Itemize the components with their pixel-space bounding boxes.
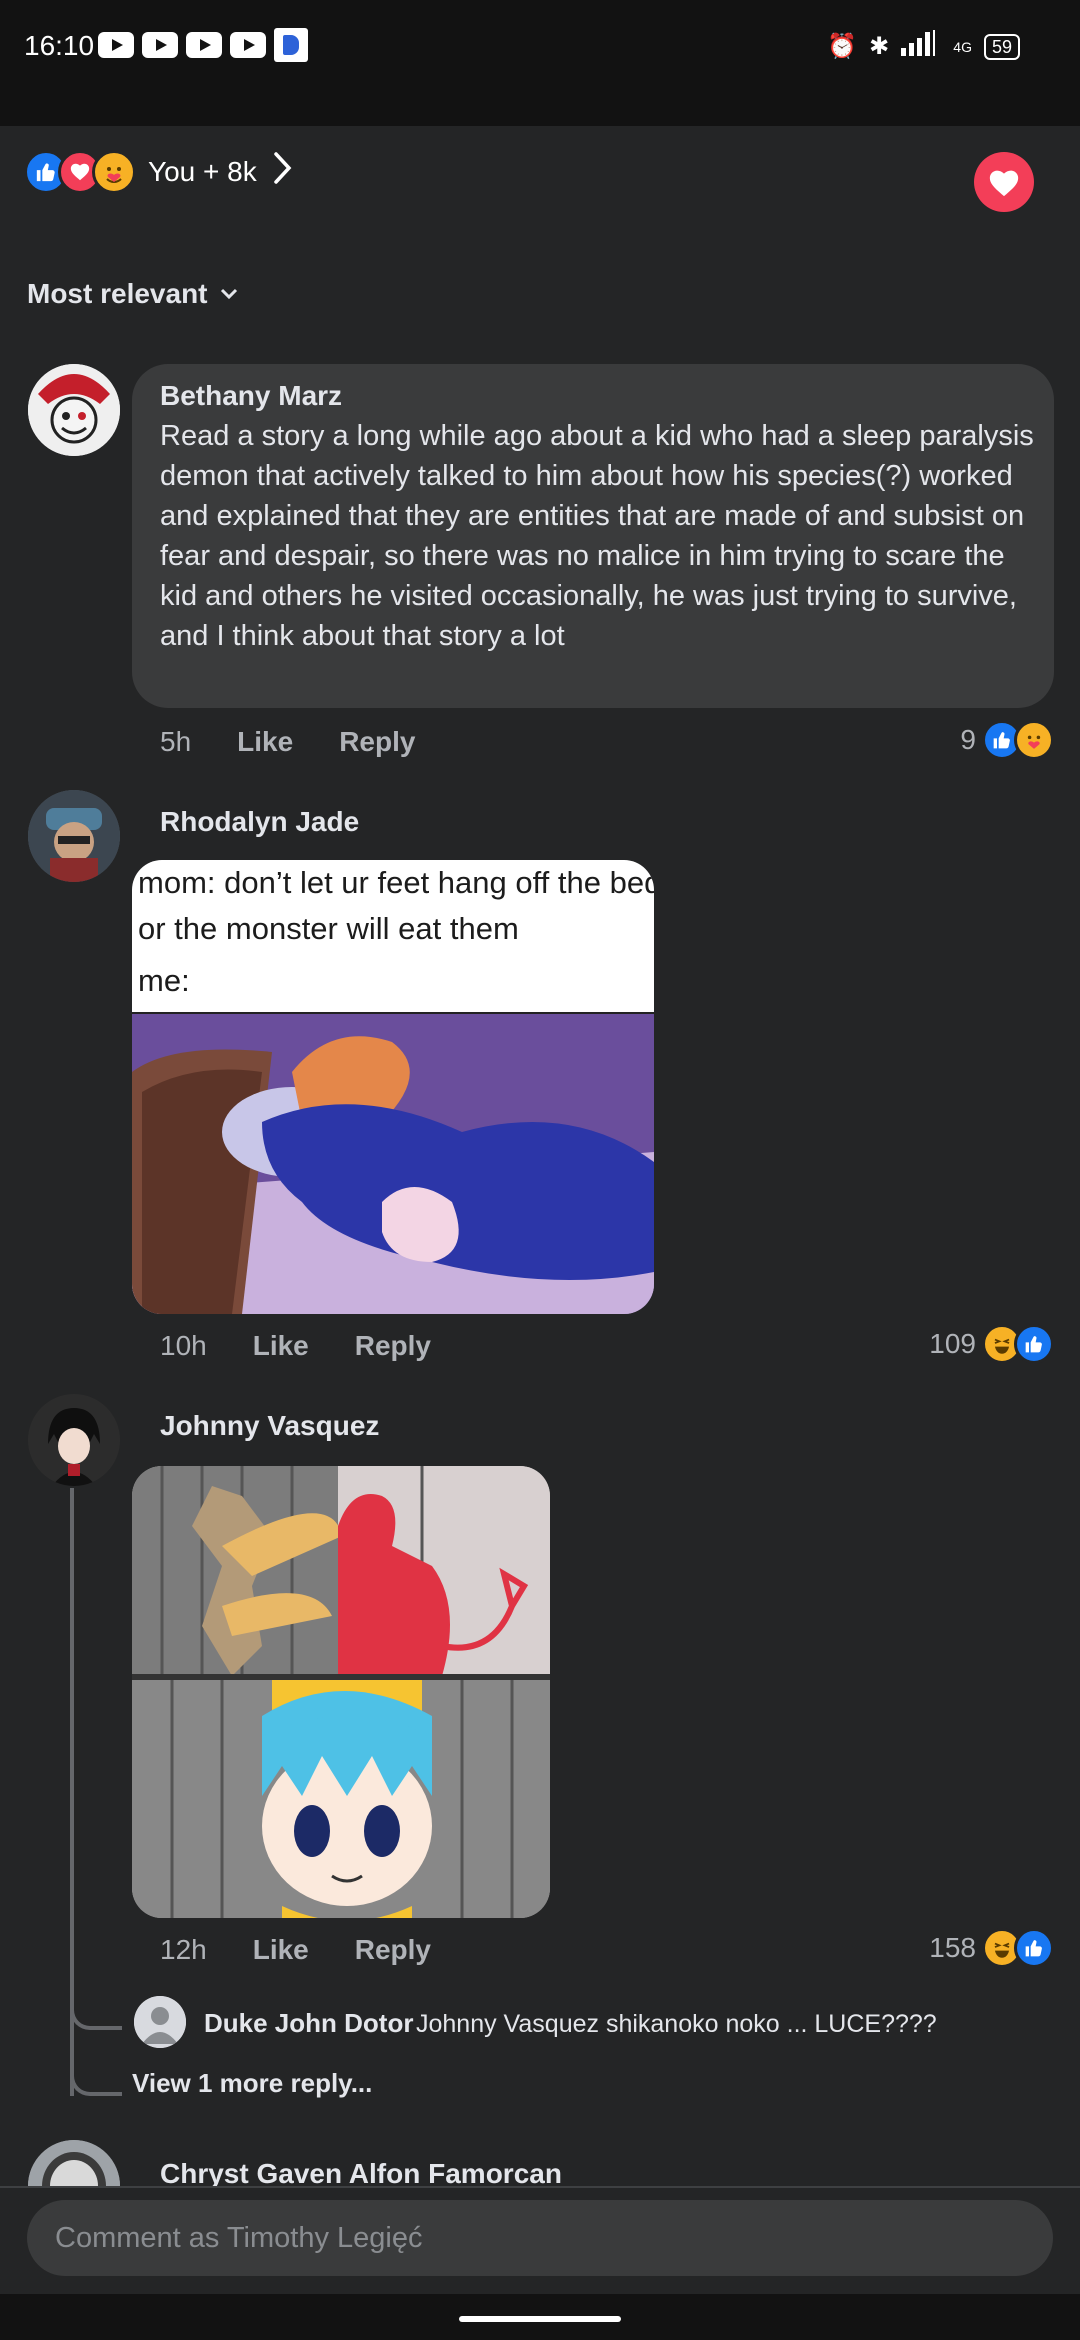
reaction-count: 158 [929, 1932, 976, 1963]
sort-dropdown[interactable]: Most relevant [27, 278, 238, 310]
comment-time: 5h [160, 726, 192, 757]
reply-button[interactable]: Reply [355, 1934, 431, 1966]
meme-image[interactable]: mom: don’t let ur feet hang off the bed … [132, 860, 654, 1314]
chevron-down-icon [220, 283, 238, 306]
battery-icon: 59 [983, 33, 1020, 60]
youtube-notification-icon [186, 32, 222, 58]
care-reaction-icon [1014, 720, 1054, 760]
home-indicator[interactable] [459, 2316, 621, 2322]
avatar[interactable] [28, 1394, 120, 1486]
comment-actions: 10h Like Reply [160, 1330, 431, 1362]
like-reaction-icon [1014, 1928, 1054, 1968]
reply-avatar[interactable] [134, 1996, 186, 2048]
reply-button[interactable]: Reply [339, 726, 415, 758]
like-button[interactable]: Like [253, 1330, 309, 1362]
like-button[interactable]: Like [253, 1934, 309, 1966]
view-more-replies-link[interactable]: View 1 more reply... [132, 2068, 372, 2099]
care-reaction-icon [92, 150, 136, 194]
comment-text: Read a story a long while ago about a ki… [160, 420, 1034, 652]
reaction-count: 109 [929, 1328, 976, 1359]
comment-reactions[interactable]: 158 [929, 1928, 1054, 1968]
bluetooth-icon: ✱ [869, 33, 890, 60]
avatar[interactable] [28, 790, 120, 882]
thread-branch [70, 1996, 122, 2030]
chevron-right-icon [273, 151, 293, 194]
app-notification-icon [274, 28, 308, 62]
avatar[interactable] [28, 364, 120, 456]
like-button[interactable]: Like [237, 726, 293, 758]
comment-author[interactable]: Bethany Marz [160, 380, 342, 412]
meme-image[interactable] [132, 1466, 550, 1918]
youtube-notification-icon [230, 32, 266, 58]
notification-icons [98, 28, 308, 62]
meme-line: or the monster will eat them [138, 911, 519, 946]
comment-time: 10h [160, 1330, 207, 1361]
heart-icon [989, 170, 1019, 197]
sleeping-illustration [132, 1012, 654, 1314]
network-type: 4G [953, 38, 972, 55]
status-bar: 16:10 ⏰ ✱ 4G 59 [0, 0, 1080, 126]
comment-actions: 5h Like Reply [160, 726, 415, 758]
alarm-icon: ⏰ [827, 33, 858, 60]
reaction-count: 9 [960, 724, 976, 755]
status-time: 16:10 [24, 30, 95, 61]
comment-input[interactable] [27, 2200, 1053, 2276]
comment-author[interactable]: Johnny Vasquez [160, 1410, 379, 1442]
comment-reactions[interactable]: 109 [929, 1324, 1054, 1364]
status-indicators: ⏰ ✱ 4G 59 [827, 30, 1020, 63]
like-reaction-icon [1014, 1324, 1054, 1364]
reply-button[interactable]: Reply [355, 1330, 431, 1362]
comment-author[interactable]: Rhodalyn Jade [160, 806, 359, 838]
meme-illustration [132, 1466, 550, 1918]
meme-line: me: [138, 963, 190, 998]
sort-label: Most relevant [27, 278, 208, 309]
reactions-count-text: You + 8k [148, 156, 257, 187]
love-reaction-button[interactable] [974, 152, 1034, 212]
comment-actions: 12h Like Reply [160, 1934, 431, 1966]
comment-time: 12h [160, 1934, 207, 1965]
reply-author[interactable]: Duke John Dotor [204, 2008, 413, 2039]
reactions-summary[interactable]: You + 8k [24, 150, 293, 194]
comment-reactions[interactable]: 9 [960, 720, 1054, 760]
meme-caption: mom: don’t let ur feet hang off the bed … [138, 860, 654, 1004]
reply-text: Johnny Vasquez shikanoko noko ... LUCE??… [416, 2010, 937, 2038]
meme-line: mom: don’t let ur feet hang off the bed [138, 865, 654, 900]
youtube-notification-icon [142, 32, 178, 58]
youtube-notification-icon [98, 32, 134, 58]
signal-icon [901, 30, 941, 63]
thread-branch [70, 2060, 122, 2096]
